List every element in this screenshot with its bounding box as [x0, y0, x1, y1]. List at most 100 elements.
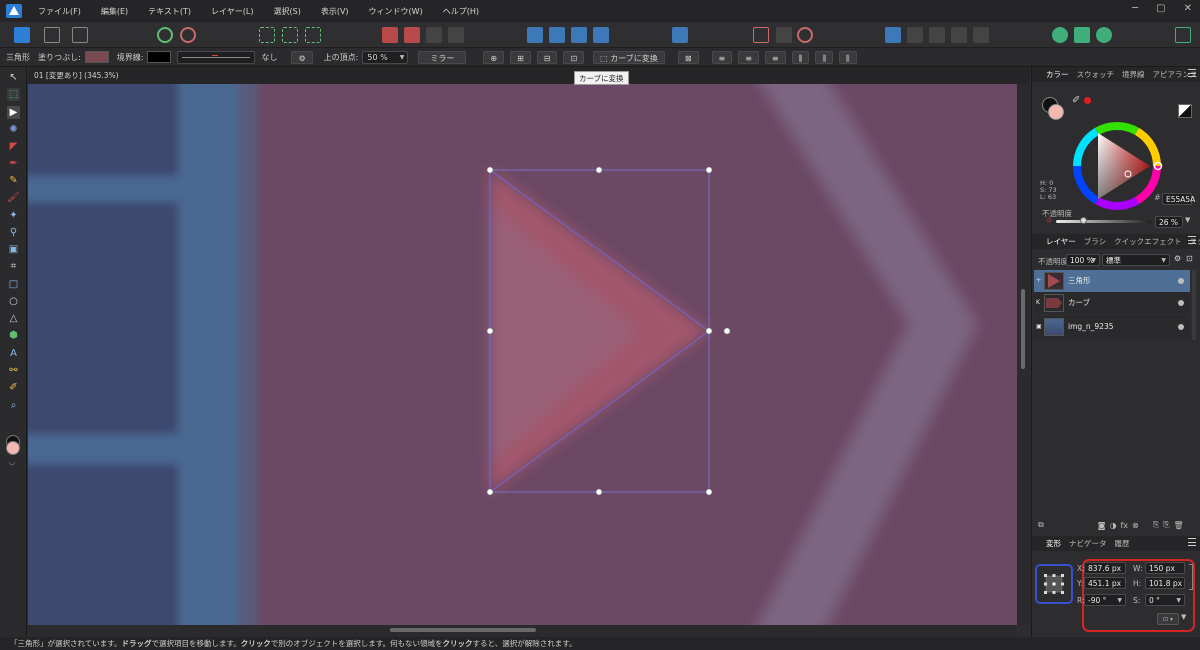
crop-tool-icon[interactable]: ⌗: [7, 260, 20, 273]
flip-horizontal-icon[interactable]: [527, 27, 543, 43]
designer-persona-icon[interactable]: [14, 27, 30, 43]
align-objects-icon[interactable]: [672, 27, 688, 43]
boolean-divide-icon[interactable]: [973, 27, 989, 43]
assistant-icon[interactable]: [1052, 27, 1068, 43]
tab-history[interactable]: 履歴: [1111, 538, 1134, 549]
arrange-back-icon[interactable]: [382, 27, 398, 43]
adjustment-icon[interactable]: ◑: [1109, 521, 1116, 530]
transform-dropdown-icon[interactable]: ▼: [1181, 613, 1186, 621]
handle-bottom-right[interactable]: [705, 488, 713, 496]
layer-expand-icon[interactable]: +: [1036, 270, 1041, 292]
top-vertex-input[interactable]: 50 % ▼: [362, 50, 409, 64]
export-persona-icon[interactable]: [72, 27, 88, 43]
blend-mode-select[interactable]: 標準 ▼: [1102, 254, 1170, 266]
document-tab[interactable]: 01 [変更あり] (345.3%): [28, 67, 1030, 84]
anchor-point-selector[interactable]: [1042, 572, 1066, 596]
layer-row-curve[interactable]: K カーブ: [1034, 292, 1190, 314]
handle-bottom-left[interactable]: [486, 488, 494, 496]
sync-icon[interactable]: [1096, 27, 1112, 43]
tab-transform[interactable]: 変形: [1042, 538, 1065, 549]
boolean-xor-icon[interactable]: [951, 27, 967, 43]
black-white-swatch[interactable]: [1178, 104, 1192, 118]
rotation-handle[interactable]: [723, 327, 731, 335]
align-hcenter-icon[interactable]: ≡: [738, 50, 759, 64]
add-layer-icon[interactable]: ⎘: [1153, 520, 1159, 530]
opacity-dropdown-icon[interactable]: ▼: [1185, 216, 1190, 224]
color-picker-tool-icon[interactable]: ⚯: [7, 364, 20, 377]
menu-edit[interactable]: 編集(E): [91, 6, 138, 17]
fill-swatch[interactable]: [84, 51, 109, 63]
align-vcenter-icon[interactable]: ⫼: [815, 50, 833, 64]
transform-bbox-icon[interactable]: ⊞: [510, 50, 531, 64]
align-selection-icon[interactable]: [259, 27, 275, 43]
boolean-subtract-icon[interactable]: [907, 27, 923, 43]
menu-help[interactable]: ヘルプ(H): [433, 6, 489, 17]
arrange-front-icon[interactable]: [426, 27, 442, 43]
align-top-icon[interactable]: ⫼: [791, 50, 810, 64]
handle-top-right[interactable]: [705, 166, 713, 174]
artistic-text-tool-icon[interactable]: A: [7, 347, 20, 360]
settings-gear-icon[interactable]: [157, 27, 173, 43]
tab-navigator[interactable]: ナビゲータ: [1065, 538, 1111, 549]
align-grid-icon[interactable]: [305, 27, 321, 43]
swap-colors-icon[interactable]: ◡: [9, 458, 15, 466]
fx-icon[interactable]: fx: [1120, 521, 1128, 530]
snapping-gear-icon[interactable]: [180, 27, 196, 43]
link-dimensions-icon[interactable]: [1189, 564, 1193, 590]
align-left-icon[interactable]: ≡: [711, 50, 733, 64]
mirror-button[interactable]: ミラー: [418, 50, 467, 64]
width-input[interactable]: 150 px: [1145, 562, 1185, 574]
eyedropper-icon[interactable]: ✐: [1072, 95, 1080, 106]
user-account-icon[interactable]: [1175, 27, 1191, 43]
stroke-width-slider[interactable]: [177, 50, 256, 64]
boolean-add-icon[interactable]: [885, 27, 901, 43]
color-wheel[interactable]: [1070, 119, 1164, 213]
menu-layer[interactable]: レイヤー(L): [201, 6, 263, 17]
triangle-tool-icon[interactable]: △: [7, 312, 20, 325]
fill-color-indicator[interactable]: [1048, 104, 1064, 120]
menu-text[interactable]: テキスト(T): [138, 6, 201, 17]
point-transform-tool-icon[interactable]: ✺: [7, 123, 20, 136]
shape-tool-icon[interactable]: ⬢: [7, 329, 20, 342]
horizontal-scroll-thumb[interactable]: [390, 628, 536, 632]
pencil-tool-icon[interactable]: ✎: [7, 174, 20, 187]
opacity-slider[interactable]: [1056, 220, 1151, 223]
magnet-icon[interactable]: [797, 27, 813, 43]
move-tool-icon[interactable]: ↖: [7, 71, 20, 84]
tab-brushes[interactable]: ブラシ: [1080, 236, 1110, 247]
menu-view[interactable]: 表示(V): [311, 6, 359, 17]
corner-tool-icon[interactable]: ◤: [7, 140, 20, 153]
boolean-intersect-icon[interactable]: [929, 27, 945, 43]
close-icon[interactable]: ✕: [1184, 3, 1192, 14]
rectangle-tool-icon[interactable]: □: [7, 278, 20, 291]
layer-row-triangle[interactable]: + 三角形: [1034, 270, 1190, 292]
pen-tool-icon[interactable]: ✒: [7, 157, 20, 170]
tab-swatches[interactable]: スウォッチ: [1073, 69, 1119, 80]
artboard-tool-icon[interactable]: ⬚: [7, 88, 20, 101]
eyedropper-tool-icon[interactable]: ✐: [7, 381, 20, 394]
align-right-icon[interactable]: ≡: [764, 50, 786, 64]
rotation-input[interactable]: -90 ° ▼: [1084, 594, 1126, 606]
maximize-icon[interactable]: ▢: [1156, 3, 1165, 14]
transform-origin-icon[interactable]: ⊕: [483, 50, 505, 64]
tab-quick-effects[interactable]: クイックエフェクト: [1110, 236, 1186, 247]
flip-vertical-icon[interactable]: [549, 27, 565, 43]
handle-bottom-center[interactable]: [595, 488, 603, 496]
transform-scale-icon[interactable]: ⊟: [536, 50, 558, 64]
transparency-tool-icon[interactable]: ⚲: [7, 226, 20, 239]
convert-to-curves-button[interactable]: ⬚ カーブに変換: [593, 50, 665, 64]
transform-grid-icon[interactable]: ⊡: [563, 50, 585, 64]
layer-visibility-icon[interactable]: [1178, 278, 1184, 284]
rotate-left-icon[interactable]: [571, 27, 587, 43]
x-position-input[interactable]: 837.6 px: [1084, 562, 1126, 574]
layer-ops-icon[interactable]: ⧉: [1038, 520, 1044, 530]
transform-panel-menu-icon[interactable]: [1188, 538, 1196, 546]
canvas[interactable]: [28, 84, 1017, 625]
vertical-scroll-thumb[interactable]: [1021, 289, 1025, 369]
tab-color[interactable]: カラー: [1042, 69, 1073, 80]
color-panel-menu-icon[interactable]: [1188, 69, 1196, 77]
place-image-tool-icon[interactable]: ▣: [7, 243, 20, 256]
align-bottom-icon[interactable]: ⫼: [839, 50, 857, 64]
layer-settings-gear-icon[interactable]: ⚙: [1174, 254, 1181, 263]
handle-middle-right[interactable]: [705, 327, 713, 335]
